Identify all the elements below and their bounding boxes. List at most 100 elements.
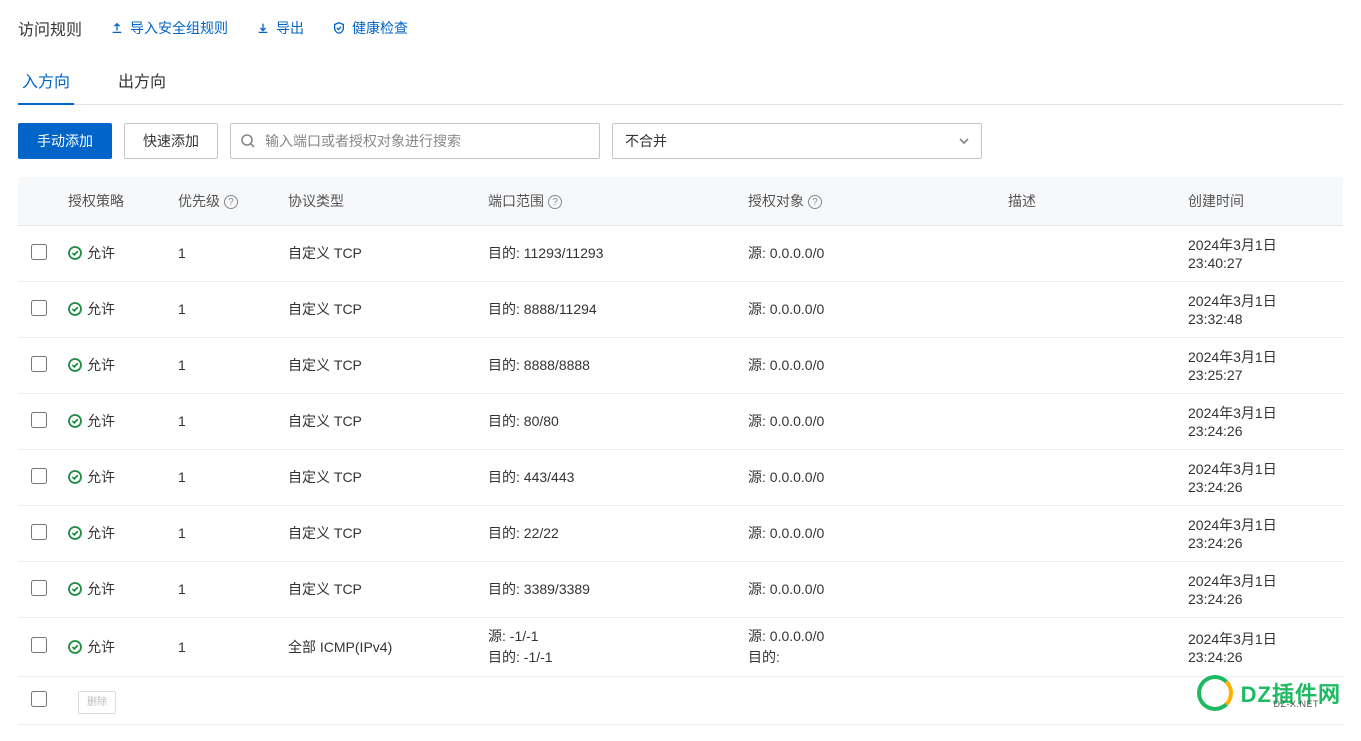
cell-priority: 1 <box>170 225 280 281</box>
cell-port: 目的: 443/443 <box>480 449 740 505</box>
cell-priority: 1 <box>170 337 280 393</box>
cell-protocol: 自定义 TCP <box>280 505 480 561</box>
policy-badge: 允许 <box>68 243 115 263</box>
cell-priority: 1 <box>170 617 280 676</box>
check-circle-icon <box>68 640 82 654</box>
cell-port: 目的: 11293/11293 <box>480 225 740 281</box>
cell-created: 2024年3月1日 23:24:26 <box>1180 449 1343 505</box>
help-icon[interactable]: ? <box>548 195 562 209</box>
import-rules-link[interactable]: 导入安全组规则 <box>110 18 228 38</box>
row-checkbox[interactable] <box>31 637 47 653</box>
row-checkbox[interactable] <box>31 468 47 484</box>
cell-desc <box>1000 393 1180 449</box>
cell-created: 2024年3月1日 23:24:26 <box>1180 561 1343 617</box>
policy-text: 允许 <box>87 411 115 431</box>
policy-text: 允许 <box>87 579 115 599</box>
col-protocol: 协议类型 <box>280 177 480 225</box>
cell-created: 2024年3月1日 23:24:26 <box>1180 617 1343 676</box>
cell-priority: 1 <box>170 505 280 561</box>
check-circle-icon <box>68 582 82 596</box>
cell-desc <box>1000 505 1180 561</box>
policy-text: 允许 <box>87 637 115 657</box>
table-row: 允许 1自定义 TCP目的: 443/443源: 0.0.0.0/0 2024年3月… <box>18 449 1343 505</box>
merge-select[interactable]: 不合并 <box>612 123 982 159</box>
quick-add-button[interactable]: 快速添加 <box>124 123 218 159</box>
health-label: 健康检查 <box>352 18 408 38</box>
direction-tabs: 入方向 出方向 <box>18 58 1343 105</box>
select-all-checkbox[interactable] <box>31 691 47 707</box>
search-box <box>230 123 600 159</box>
upload-icon <box>110 21 124 35</box>
cell-priority: 1 <box>170 281 280 337</box>
cell-protocol: 自定义 TCP <box>280 281 480 337</box>
cell-desc <box>1000 337 1180 393</box>
row-checkbox[interactable] <box>31 412 47 428</box>
table-row: 允许1自定义 TCP目的: 8888/8888源: 0.0.0.0/02024年… <box>18 337 1343 393</box>
col-desc: 描述 <box>1000 177 1180 225</box>
merge-select-value: 不合并 <box>625 131 667 151</box>
cell-desc <box>1000 561 1180 617</box>
cell-protocol: 全部 ICMP(IPv4) <box>280 617 480 676</box>
cell-target: 源: 0.0.0.0/0 <box>740 393 1000 449</box>
page-header: 访问规则 导入安全组规则 导出 健康检查 <box>18 16 1343 40</box>
import-label: 导入安全组规则 <box>130 18 228 38</box>
col-priority: 优先级? <box>170 177 280 225</box>
cell-protocol: 自定义 TCP <box>280 337 480 393</box>
help-icon[interactable]: ? <box>808 195 822 209</box>
cell-protocol: 自定义 TCP <box>280 449 480 505</box>
policy-text: 允许 <box>87 299 115 319</box>
watermark-logo-icon <box>1197 675 1233 711</box>
cell-port: 目的: 22/22 <box>480 505 740 561</box>
download-icon <box>256 21 270 35</box>
bulk-delete-button[interactable]: 删除 <box>78 691 116 714</box>
check-circle-icon <box>68 358 82 372</box>
policy-badge: 允许 <box>68 467 115 487</box>
export-rules-link[interactable]: 导出 <box>256 18 304 38</box>
cell-created: 2024年3月1日 23:24:26 <box>1180 393 1343 449</box>
chevron-down-icon <box>958 135 970 147</box>
col-target: 授权对象? <box>740 177 1000 225</box>
policy-badge: 允许 <box>68 579 115 599</box>
check-circle-icon <box>68 414 82 428</box>
cell-target: 源: 0.0.0.0/0目的: <box>740 617 1000 676</box>
table-row: 允许1自定义 TCP目的: 80/80源: 0.0.0.0/02024年3月1日… <box>18 393 1343 449</box>
policy-badge: 允许 <box>68 299 115 319</box>
cell-target: 源: 0.0.0.0/0 <box>740 449 1000 505</box>
search-input[interactable] <box>230 123 600 159</box>
search-icon <box>240 133 256 149</box>
cell-port: 目的: 8888/8888 <box>480 337 740 393</box>
row-checkbox[interactable] <box>31 580 47 596</box>
rules-table: 授权策略 优先级? 协议类型 端口范围? 授权对象? 描述 创建时间 允许1自定… <box>18 177 1343 725</box>
cell-created: 2024年3月1日 23:25:27 <box>1180 337 1343 393</box>
row-checkbox[interactable] <box>31 356 47 372</box>
cell-created: 2024年3月1日 23:40:27 <box>1180 225 1343 281</box>
tab-inbound[interactable]: 入方向 <box>18 58 74 104</box>
cell-port: 目的: 80/80 <box>480 393 740 449</box>
policy-text: 允许 <box>87 243 115 263</box>
row-checkbox[interactable] <box>31 244 47 260</box>
toolbar: 手动添加 快速添加 不合并 <box>18 123 1343 159</box>
row-checkbox[interactable] <box>31 300 47 316</box>
help-icon[interactable]: ? <box>224 195 238 209</box>
cell-target: 源: 0.0.0.0/0 <box>740 225 1000 281</box>
policy-badge: 允许 <box>68 637 115 657</box>
row-checkbox[interactable] <box>31 524 47 540</box>
check-circle-icon <box>68 526 82 540</box>
check-circle-icon <box>68 246 82 260</box>
cell-priority: 1 <box>170 449 280 505</box>
tab-outbound[interactable]: 出方向 <box>114 58 170 104</box>
manual-add-button[interactable]: 手动添加 <box>18 123 112 159</box>
cell-protocol: 自定义 TCP <box>280 393 480 449</box>
policy-badge: 允许 <box>68 523 115 543</box>
policy-text: 允许 <box>87 467 115 487</box>
export-label: 导出 <box>276 18 304 38</box>
col-port: 端口范围? <box>480 177 740 225</box>
check-circle-icon <box>68 470 82 484</box>
cell-created: 2024年3月1日 23:32:48 <box>1180 281 1343 337</box>
cell-desc <box>1000 225 1180 281</box>
table-row: 允许1自定义 TCP目的: 22/22源: 0.0.0.0/02024年3月1日… <box>18 505 1343 561</box>
policy-text: 允许 <box>87 355 115 375</box>
health-check-link[interactable]: 健康检查 <box>332 18 408 38</box>
policy-text: 允许 <box>87 523 115 543</box>
watermark: DZ插件网 DZ-X.NET <box>1197 675 1341 711</box>
